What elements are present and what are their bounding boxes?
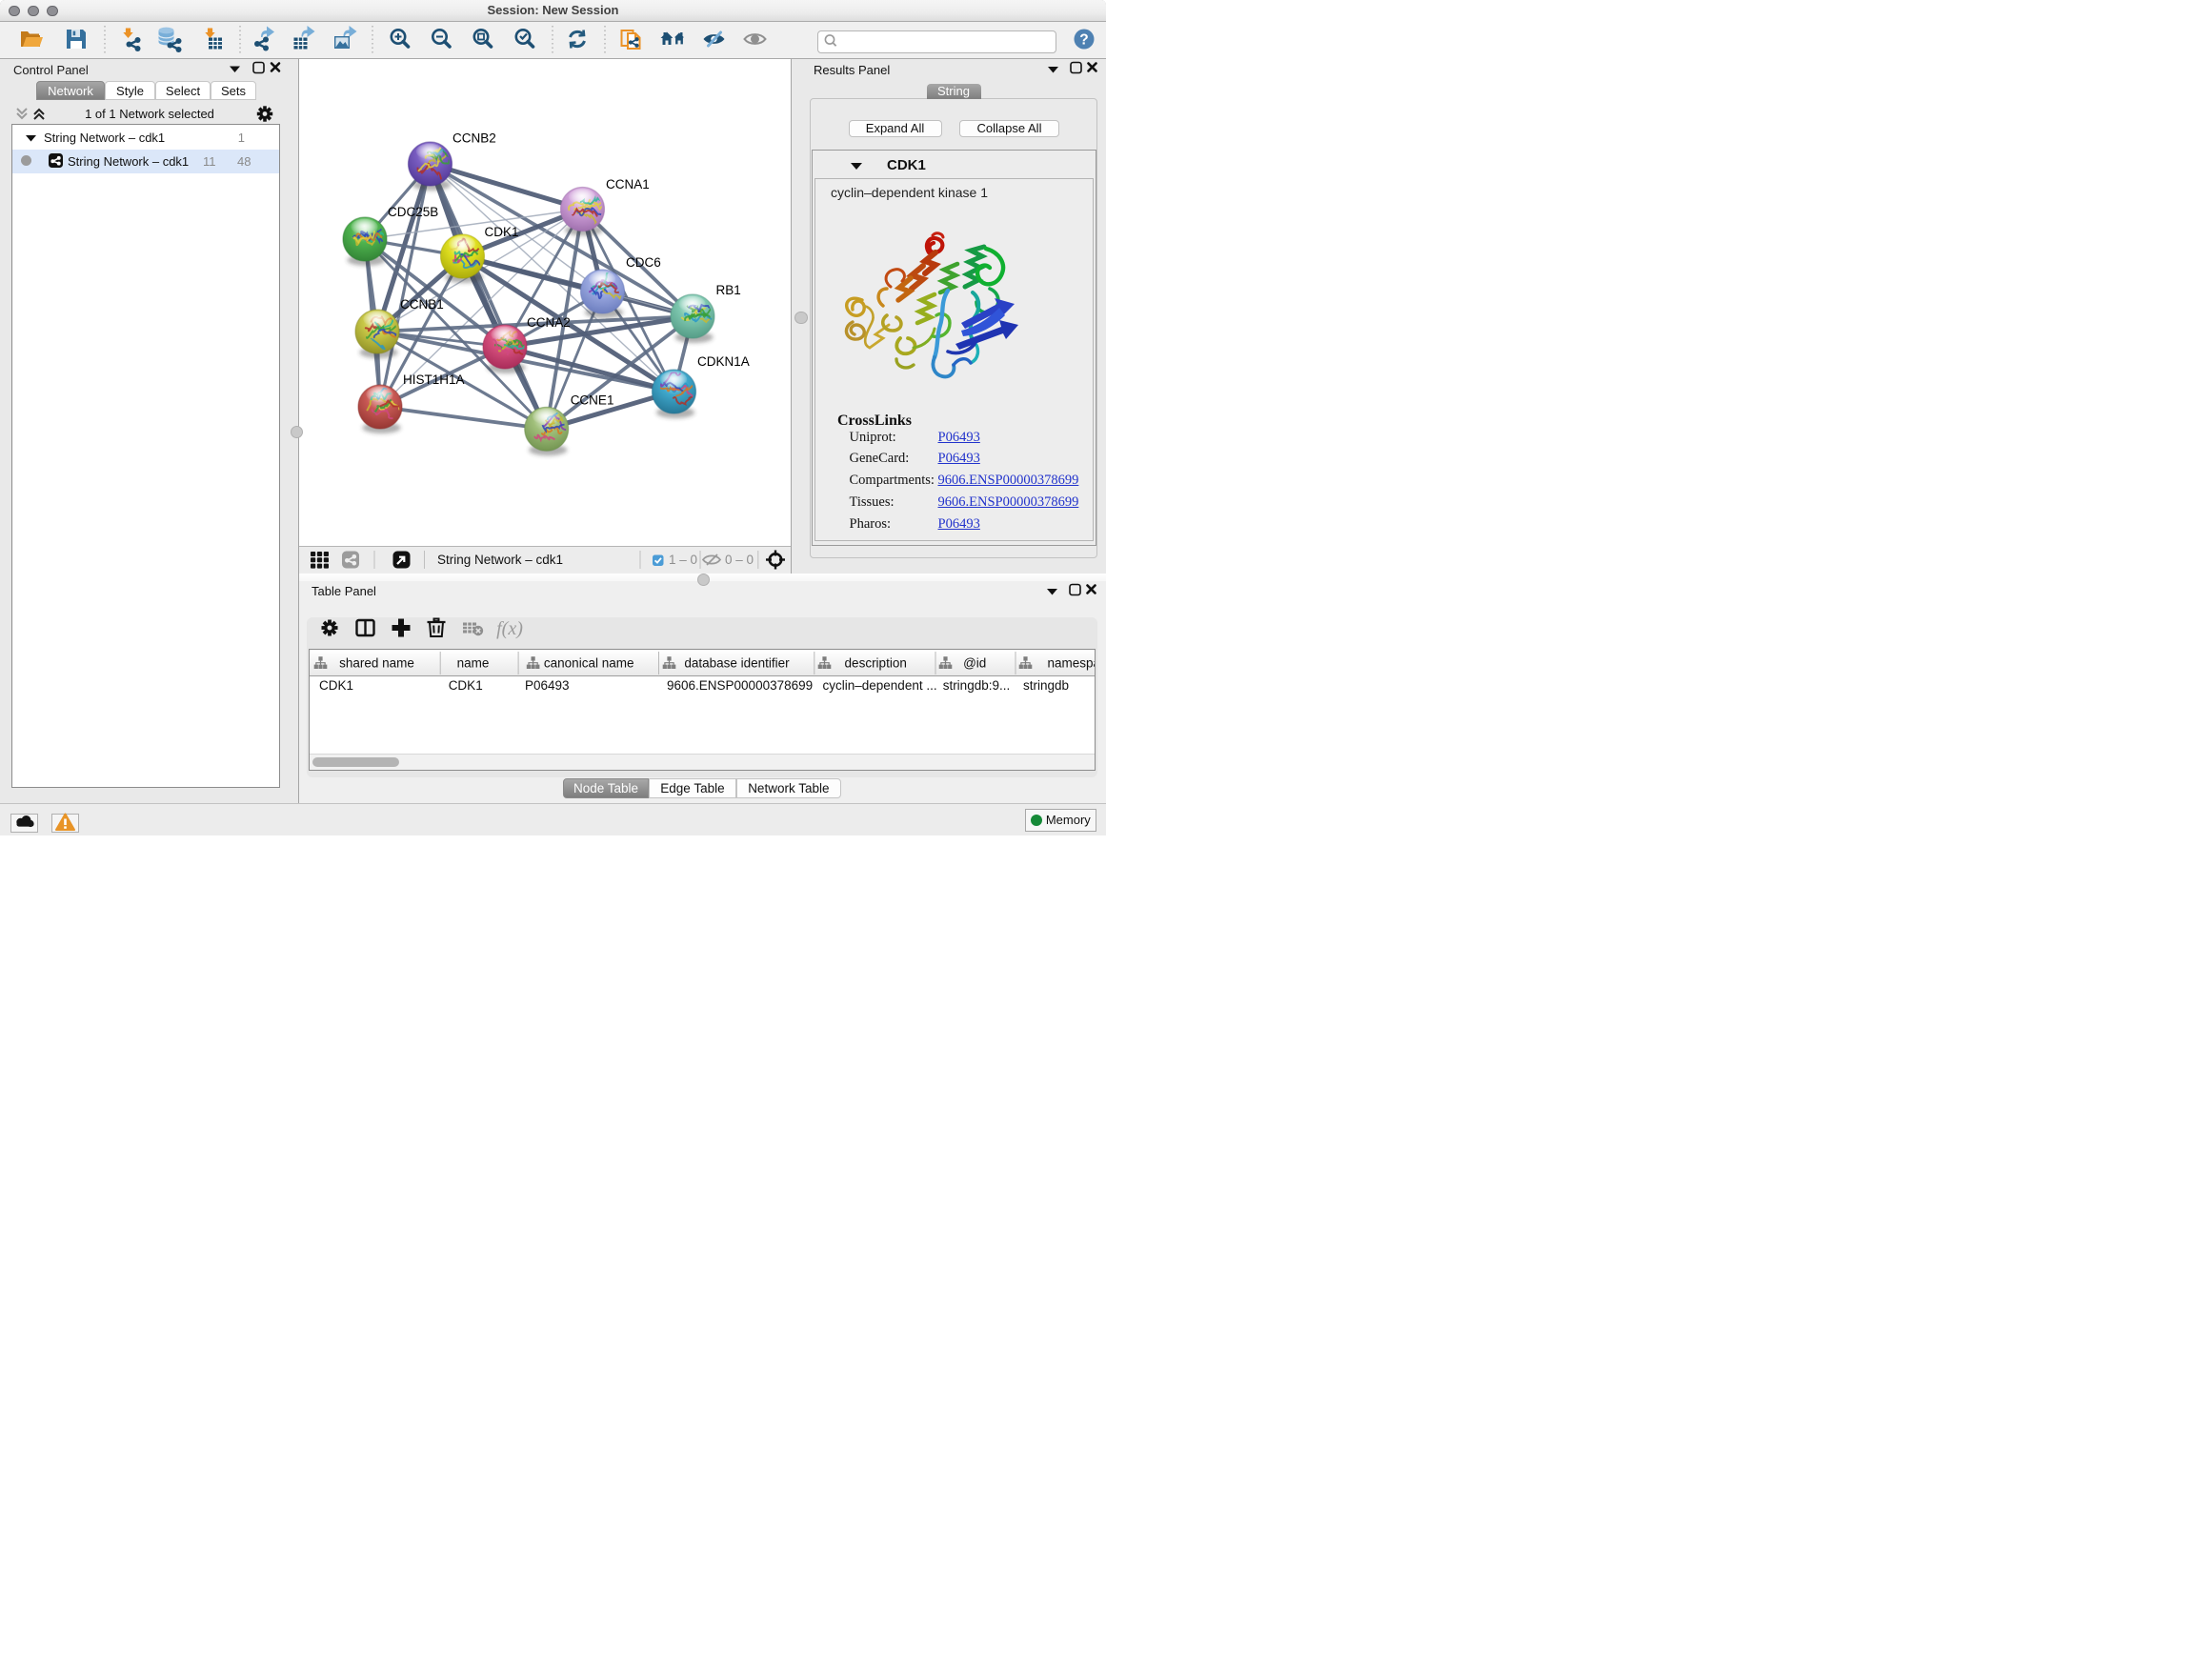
- svg-text:0 – 0: 0 – 0: [725, 553, 754, 567]
- svg-text:CCNB2: CCNB2: [452, 131, 496, 146]
- svg-text:@id: @id: [963, 656, 986, 671]
- svg-text:CDC6: CDC6: [626, 255, 661, 270]
- svg-text:CCNA1: CCNA1: [606, 177, 650, 191]
- svg-text:CDC25B: CDC25B: [388, 205, 438, 219]
- svg-text:description: description: [844, 656, 906, 671]
- svg-text:CCNA2: CCNA2: [527, 315, 571, 330]
- svg-text:database identifier: database identifier: [684, 656, 790, 671]
- svg-text:RB1: RB1: [716, 283, 741, 297]
- svg-text:f(x): f(x): [496, 618, 523, 639]
- svg-text:?: ?: [1079, 32, 1088, 49]
- svg-text:name: name: [456, 656, 489, 671]
- svg-text:1 of 1 Network selected: 1 of 1 Network selected: [85, 107, 214, 121]
- svg-text:canonical name: canonical name: [543, 656, 633, 671]
- svg-text:String Network – cdk1: String Network – cdk1: [437, 553, 563, 567]
- svg-text:namespace: namespace: [1047, 656, 1096, 671]
- svg-text:HIST1H1A: HIST1H1A: [403, 372, 465, 387]
- svg-text:shared name: shared name: [339, 656, 414, 671]
- svg-text:CCNB1: CCNB1: [400, 297, 444, 312]
- svg-text:CDKN1A: CDKN1A: [697, 354, 750, 369]
- svg-text:CDK1: CDK1: [485, 225, 519, 239]
- svg-text:1 – 0: 1 – 0: [669, 553, 697, 567]
- svg-text:CCNE1: CCNE1: [571, 393, 614, 407]
